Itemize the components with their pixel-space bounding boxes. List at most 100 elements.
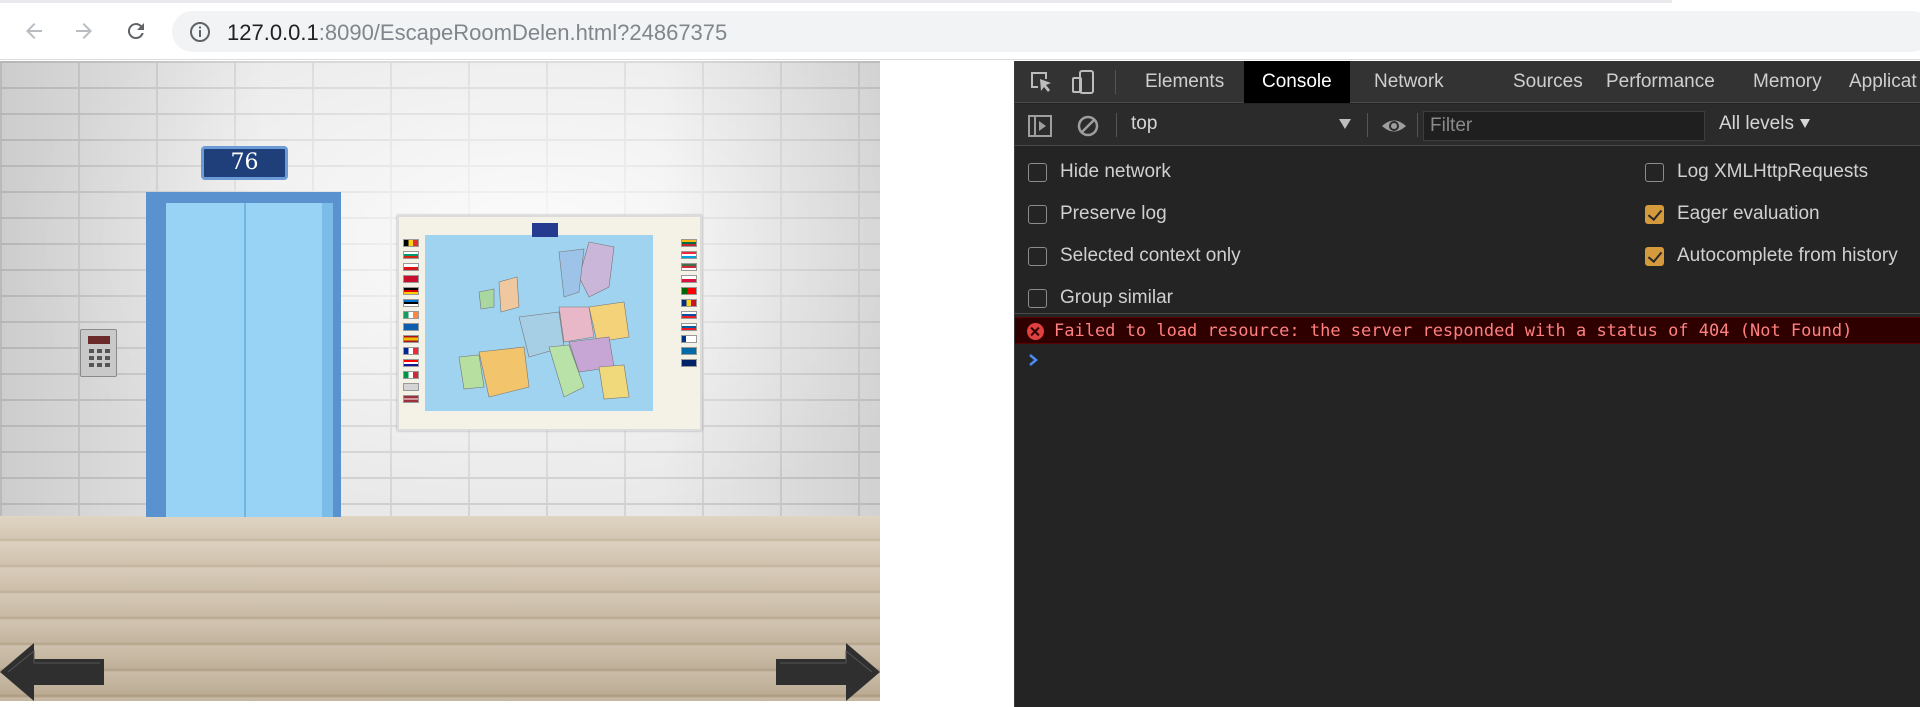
url-path: :8090/EscapeRoomDelen.html?24867375 (318, 20, 728, 45)
filter-input[interactable]: Filter (1423, 111, 1705, 141)
sidebar-toggle-icon[interactable] (1027, 113, 1053, 139)
context-value: top (1131, 113, 1158, 134)
flag-icon (403, 275, 419, 283)
console-prompt-icon[interactable] (1028, 353, 1040, 367)
log-xhr-label: Log XMLHttpRequests (1677, 161, 1869, 182)
flag-icon (403, 299, 419, 307)
flag-icon (681, 347, 697, 355)
browser-toolbar: 127.0.0.1:8090/EscapeRoomDelen.html?2486… (0, 0, 1920, 60)
flag-column-left (403, 239, 421, 415)
flag-icon (403, 335, 419, 343)
keypad-screen (88, 336, 110, 344)
flag-icon (681, 323, 697, 331)
europe-map-icon[interactable] (397, 215, 702, 431)
flag-icon (403, 323, 419, 331)
flag-icon (681, 275, 697, 283)
address-bar[interactable]: 127.0.0.1:8090/EscapeRoomDelen.html?2486… (172, 11, 1920, 52)
reload-icon (127, 23, 144, 40)
right-arrow-icon[interactable] (776, 643, 880, 701)
hide-network-checkbox[interactable] (1028, 163, 1047, 182)
tab-strip-edge (0, 0, 1672, 3)
chevron-down-icon (1339, 119, 1351, 129)
group-similar-label: Group similar (1060, 287, 1173, 308)
clear-console-icon[interactable] (1075, 113, 1101, 139)
console-toolbar: top Filter All levels (1015, 104, 1920, 146)
flag-column-right (681, 239, 699, 415)
keypad-icon[interactable] (80, 329, 117, 377)
back-arrow-icon (26, 23, 42, 39)
device-toolbar-icon[interactable] (1070, 69, 1096, 95)
devtools-panel: Elements Console Network Sources Perform… (1014, 61, 1920, 707)
flag-icon (403, 395, 419, 403)
keypad-key (89, 349, 94, 353)
group-similar-checkbox[interactable] (1028, 289, 1047, 308)
autocomplete-checkbox[interactable] (1645, 247, 1664, 266)
hide-network-label: Hide network (1060, 161, 1171, 182)
elevator[interactable] (146, 192, 341, 517)
eager-evaluation-checkbox[interactable] (1645, 205, 1664, 224)
flag-icon (681, 311, 697, 319)
reload-button[interactable] (118, 13, 154, 49)
back-button[interactable] (16, 13, 52, 49)
tab-application[interactable]: Applicat (1831, 61, 1920, 103)
tab-memory[interactable]: Memory (1735, 61, 1840, 103)
keypad-key (97, 356, 102, 360)
devtools-tab-bar: Elements Console Network Sources Perform… (1015, 61, 1920, 103)
keypad-key (97, 363, 102, 367)
flag-icon (681, 239, 697, 247)
keypad-key (105, 356, 110, 360)
chevron-down-icon (1799, 119, 1810, 129)
page-viewport: 76 (0, 61, 1013, 707)
flag-icon (681, 263, 697, 271)
selected-context-label: Selected context only (1060, 245, 1241, 266)
preserve-log-label: Preserve log (1060, 203, 1167, 224)
toolbar-divider (1367, 113, 1368, 137)
keypad-key (89, 356, 94, 360)
toolbar-divider (1116, 113, 1117, 137)
url-host: 127.0.0.1 (227, 20, 319, 45)
flag-icon (403, 359, 419, 367)
console-error-message[interactable]: Failed to load resource: the server resp… (1015, 317, 1920, 344)
flag-icon (681, 335, 697, 343)
flag-icon (403, 263, 419, 271)
eager-evaluation-label: Eager evaluation (1677, 203, 1820, 224)
log-xhr-checkbox[interactable] (1645, 163, 1664, 182)
left-arrow-icon[interactable] (0, 643, 104, 701)
selected-context-checkbox[interactable] (1028, 247, 1047, 266)
escape-room-scene: 76 (0, 61, 880, 701)
keypad-key (105, 363, 110, 367)
flag-icon (403, 383, 419, 391)
tab-elements[interactable]: Elements (1127, 61, 1242, 103)
flag-icon (681, 359, 697, 367)
room-number-sign: 76 (201, 146, 288, 180)
error-text: Failed to load resource: the server resp… (1054, 321, 1853, 341)
log-levels-dropdown[interactable]: All levels (1719, 113, 1810, 135)
context-selector[interactable]: top (1131, 113, 1351, 137)
error-icon (1027, 323, 1044, 340)
elevator-frame-strip (322, 203, 333, 517)
forward-button[interactable] (66, 13, 102, 49)
keypad-key (97, 349, 102, 353)
flag-icon (681, 287, 697, 295)
flag-icon (403, 287, 419, 295)
tab-performance[interactable]: Performance (1588, 61, 1733, 103)
toolbar-divider (1417, 113, 1418, 137)
inspect-element-icon[interactable] (1028, 69, 1054, 95)
keypad-key (105, 349, 110, 353)
flag-icon (403, 371, 419, 379)
tab-console[interactable]: Console (1244, 61, 1350, 103)
tab-sources[interactable]: Sources (1495, 61, 1601, 103)
flag-icon (403, 311, 419, 319)
flag-icon (681, 251, 697, 259)
console-settings: Hide network Preserve log Selected conte… (1015, 147, 1920, 314)
elevator-door-left (166, 203, 245, 517)
live-expression-eye-icon[interactable] (1381, 113, 1407, 139)
info-icon[interactable] (188, 20, 212, 44)
tab-network[interactable]: Network (1356, 61, 1462, 103)
preserve-log-checkbox[interactable] (1028, 205, 1047, 224)
keypad-key (89, 363, 94, 367)
elevator-door-right (245, 203, 324, 517)
map-countries (458, 241, 630, 400)
url-text[interactable]: 127.0.0.1:8090/EscapeRoomDelen.html?2486… (227, 20, 727, 46)
toolbar-divider (1115, 70, 1116, 94)
